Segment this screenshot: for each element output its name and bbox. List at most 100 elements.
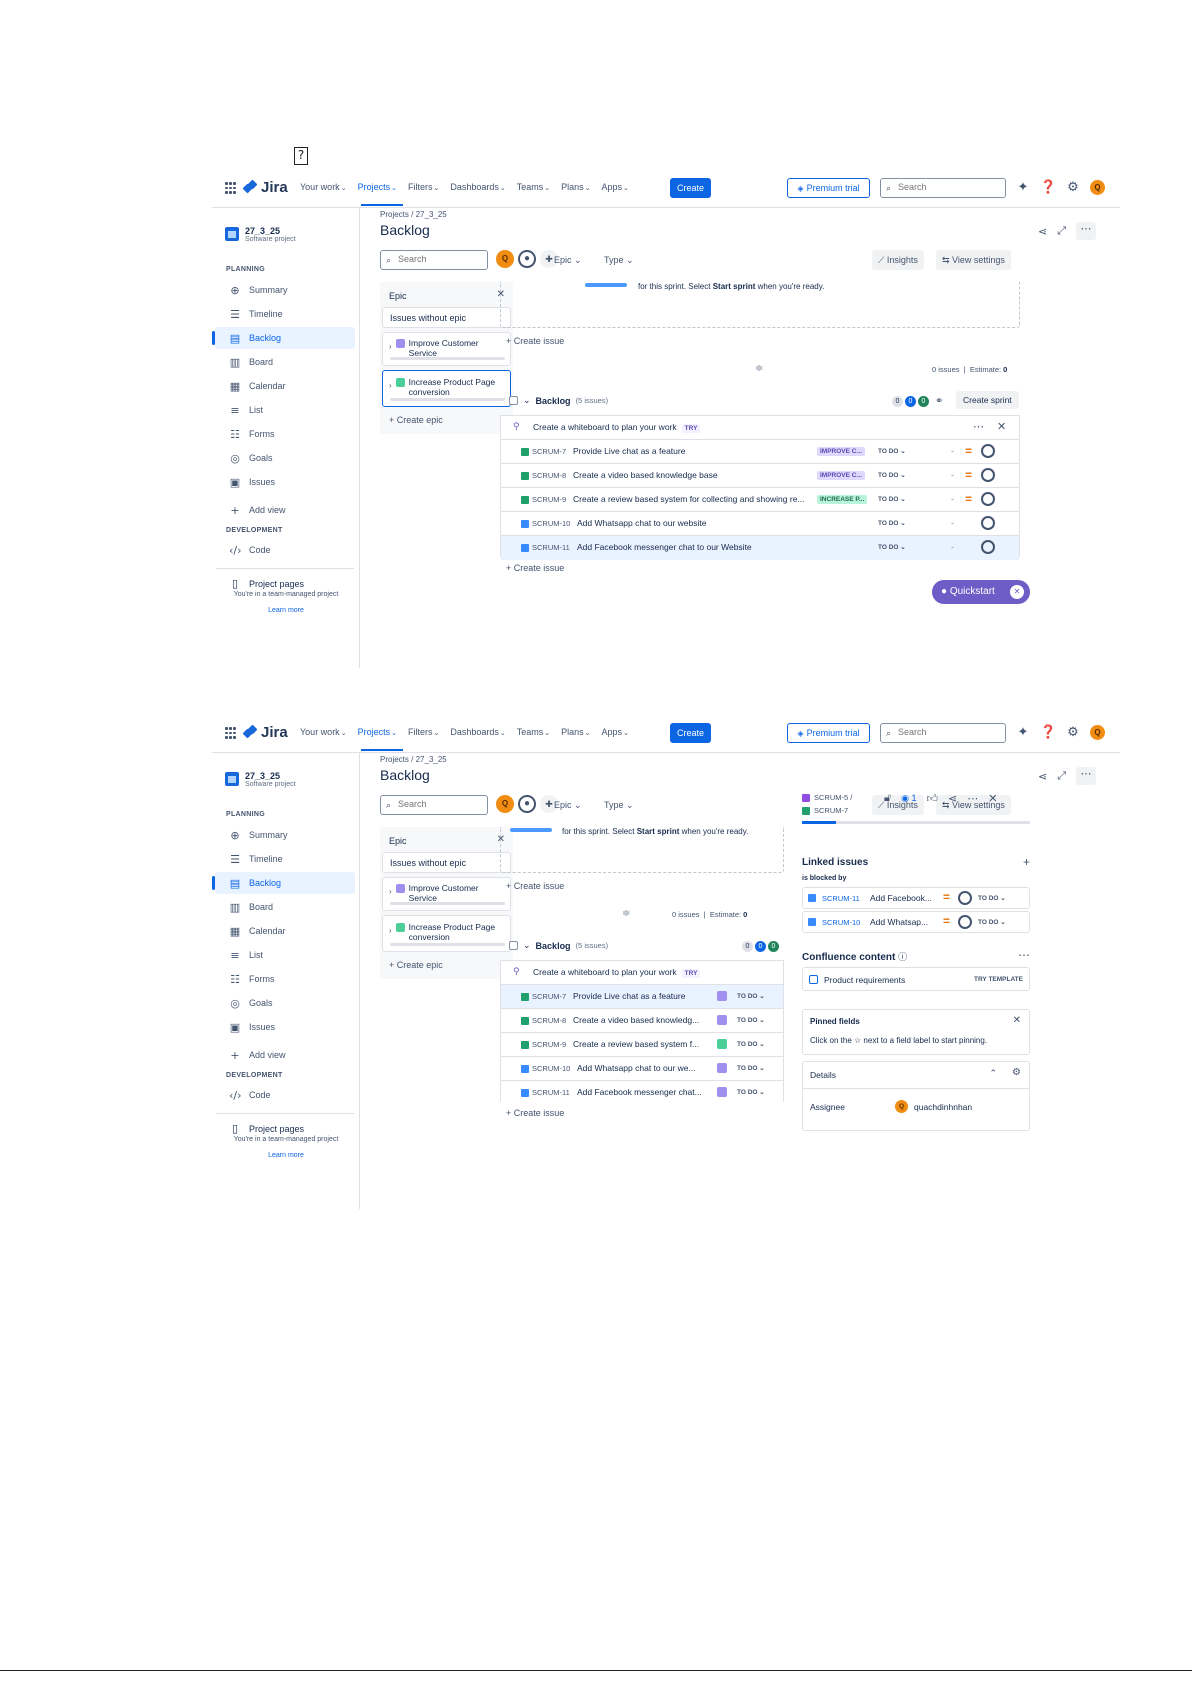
close-icon[interactable]: ✕	[997, 420, 1006, 433]
nav-filters[interactable]: Filters⌄	[408, 182, 439, 192]
quickstart-button[interactable]: ● Quickstart ✕	[932, 580, 1030, 604]
chevron-right-icon[interactable]: ›	[389, 887, 392, 903]
create-issue-button[interactable]: + Create issue	[506, 1108, 564, 1118]
status-dropdown[interactable]: TO DO ⌄	[878, 543, 906, 551]
more-icon[interactable]: ⋯	[1076, 767, 1096, 785]
create-issue-button[interactable]: + Create issue	[506, 881, 564, 891]
sidebar-item-forms[interactable]: ☷ Forms	[215, 968, 355, 990]
resize-handle-icon[interactable]: ≑	[755, 363, 763, 374]
sidebar-item-board[interactable]: ▥ Board	[215, 351, 355, 373]
linked-issue-row[interactable]: SCRUM-11 Add Facebook... = TO DO ⌄	[802, 887, 1030, 909]
epic-color-swatch[interactable]	[717, 1039, 727, 1049]
table-row[interactable]: SCRUM-9 Create a review based system for…	[501, 488, 1019, 512]
close-icon[interactable]: ✕	[988, 792, 997, 805]
sidebar-item-summary[interactable]: ⊕ Summary	[215, 279, 355, 301]
estimate[interactable]: -	[951, 542, 954, 552]
sidebar-item-forms[interactable]: ☷ Forms	[215, 423, 355, 445]
jira-logo[interactable]: Jira	[242, 724, 288, 741]
nav-projects[interactable]: Projects⌄	[358, 727, 397, 737]
nav-teams[interactable]: Teams⌄	[517, 182, 550, 192]
issue-summary[interactable]: Add Whatsapp chat to our we...	[577, 1063, 709, 1073]
linked-issue-key[interactable]: SCRUM-10	[822, 918, 860, 927]
add-view-button[interactable]: + Add view	[215, 1044, 355, 1066]
assignee-avatar[interactable]	[981, 540, 995, 554]
sidebar-item-list[interactable]: ≡ List	[215, 944, 355, 966]
unassigned-avatar-filter[interactable]: ●	[518, 795, 536, 813]
status-dropdown[interactable]: TO DO ⌄	[737, 1064, 765, 1072]
app-switcher-icon[interactable]	[225, 727, 237, 739]
premium-trial-button[interactable]: ◈ Premium trial	[787, 723, 870, 743]
premium-trial-button[interactable]: ◈ Premium trial	[787, 178, 870, 198]
status-dropdown[interactable]: TO DO ⌄	[737, 992, 765, 1000]
sidebar-item-backlog[interactable]: ▤ Backlog	[212, 327, 355, 349]
chevron-down-icon[interactable]: ⌄	[523, 940, 531, 951]
issue-key[interactable]: SCRUM-11	[532, 543, 570, 552]
whiteboard-prompt[interactable]: ⚲ Create a whiteboard to plan your work T…	[501, 416, 1019, 440]
project-name[interactable]: 27_3_25	[245, 226, 280, 236]
nav-plans[interactable]: Plans⌄	[561, 182, 590, 192]
epic-lozenge[interactable]: INCREASE P...	[817, 495, 868, 504]
issue-key[interactable]: SCRUM-7	[532, 447, 566, 456]
assignee-avatar[interactable]	[958, 915, 972, 929]
table-row[interactable]: SCRUM-10 Add Whatsapp chat to our websit…	[501, 512, 1019, 536]
linked-issue-summary[interactable]: Add Whatsap...	[870, 917, 928, 927]
epic-color-swatch[interactable]	[717, 1063, 727, 1073]
close-icon[interactable]: ✕	[1013, 1015, 1021, 1026]
epic-lozenge[interactable]: IMPROVE C...	[817, 447, 865, 456]
issue-summary[interactable]: Create a review based system for collect…	[573, 494, 805, 504]
table-row[interactable]: SCRUM-11 Add Facebook messenger chat to …	[501, 536, 1019, 560]
settings-icon[interactable]: ⚙	[1065, 725, 1081, 740]
settings-icon[interactable]: ⚙	[1065, 180, 1081, 195]
estimate[interactable]: -	[951, 494, 954, 504]
user-avatar[interactable]: Q	[1090, 180, 1105, 195]
nav-apps[interactable]: Apps⌄	[602, 727, 629, 737]
thumbs-up-icon[interactable]: 👍︎	[927, 792, 939, 805]
table-row[interactable]: SCRUM-8 Create a video based knowledg...…	[501, 1009, 783, 1033]
issue-summary[interactable]: Provide Live chat as a feature	[573, 991, 708, 1001]
sidebar-item-issues[interactable]: ▣ Issues	[215, 1016, 355, 1038]
global-search[interactable]: ⌕	[880, 178, 1006, 198]
backlog-search[interactable]: ⌕	[380, 795, 488, 815]
sidebar-item-summary[interactable]: ⊕ Summary	[215, 824, 355, 846]
table-row[interactable]: SCRUM-7 Provide Live chat as a feature T…	[501, 985, 783, 1009]
create-epic-button[interactable]: + Create epic	[389, 415, 443, 425]
epic-item[interactable]: › Increase Product Page conversion	[382, 915, 511, 952]
issue-key[interactable]: SCRUM-9	[532, 1040, 566, 1049]
linked-issue-key[interactable]: SCRUM-11	[822, 894, 860, 903]
epic-filter-dropdown[interactable]: Epic ⌄	[554, 800, 582, 811]
issue-key[interactable]: SCRUM-10	[532, 519, 570, 528]
status-dropdown[interactable]: TO DO ⌄	[737, 1088, 765, 1096]
unassigned-avatar-filter[interactable]: ●	[518, 250, 536, 268]
nav-dashboards[interactable]: Dashboards⌄	[450, 727, 505, 737]
status-dropdown[interactable]: TO DO ⌄	[878, 471, 906, 479]
user-avatar-filter[interactable]: Q	[496, 795, 514, 813]
more-icon[interactable]: ⋯	[967, 792, 978, 805]
issue-key[interactable]: SCRUM-8	[532, 471, 566, 480]
nav-teams[interactable]: Teams⌄	[517, 727, 550, 737]
epic-color-swatch[interactable]	[717, 1087, 727, 1097]
status-dropdown[interactable]: TO DO ⌄	[978, 894, 1006, 902]
assignee-avatar[interactable]: Q	[895, 1100, 908, 1113]
project-pages-link[interactable]: ▯ Project pages	[215, 577, 355, 590]
sidebar-item-goals[interactable]: ◎ Goals	[215, 447, 355, 469]
more-icon[interactable]: ⋯	[1076, 222, 1096, 240]
epic-filter-dropdown[interactable]: Epic ⌄	[554, 255, 582, 266]
view-settings-button[interactable]: ⇆ View settings	[936, 250, 1011, 270]
nav-filters[interactable]: Filters⌄	[408, 727, 439, 737]
add-link-icon[interactable]: +	[1023, 855, 1030, 869]
epic-color-swatch[interactable]	[717, 991, 727, 1001]
status-dropdown[interactable]: TO DO ⌄	[737, 1040, 765, 1048]
nav-apps[interactable]: Apps⌄	[602, 182, 629, 192]
chevron-right-icon[interactable]: ›	[389, 926, 392, 942]
jira-logo[interactable]: Jira	[242, 179, 288, 196]
breadcrumb-projects[interactable]: Projects	[380, 755, 409, 764]
issue-summary[interactable]: Create a review based system f...	[573, 1039, 708, 1049]
table-row[interactable]: SCRUM-8 Create a video based knowledge b…	[501, 464, 1019, 488]
backlog-search-input[interactable]	[398, 799, 484, 809]
parent-issue-key[interactable]: SCRUM-5 /	[814, 793, 852, 802]
issue-summary[interactable]: Create a video based knowledg...	[573, 1015, 708, 1025]
issues-without-epic[interactable]: Issues without epic	[382, 852, 511, 873]
learn-more-link[interactable]: Learn more	[212, 607, 360, 614]
table-row[interactable]: SCRUM-7 Provide Live chat as a feature I…	[501, 440, 1019, 464]
info-icon[interactable]: ⓘ	[898, 952, 907, 962]
